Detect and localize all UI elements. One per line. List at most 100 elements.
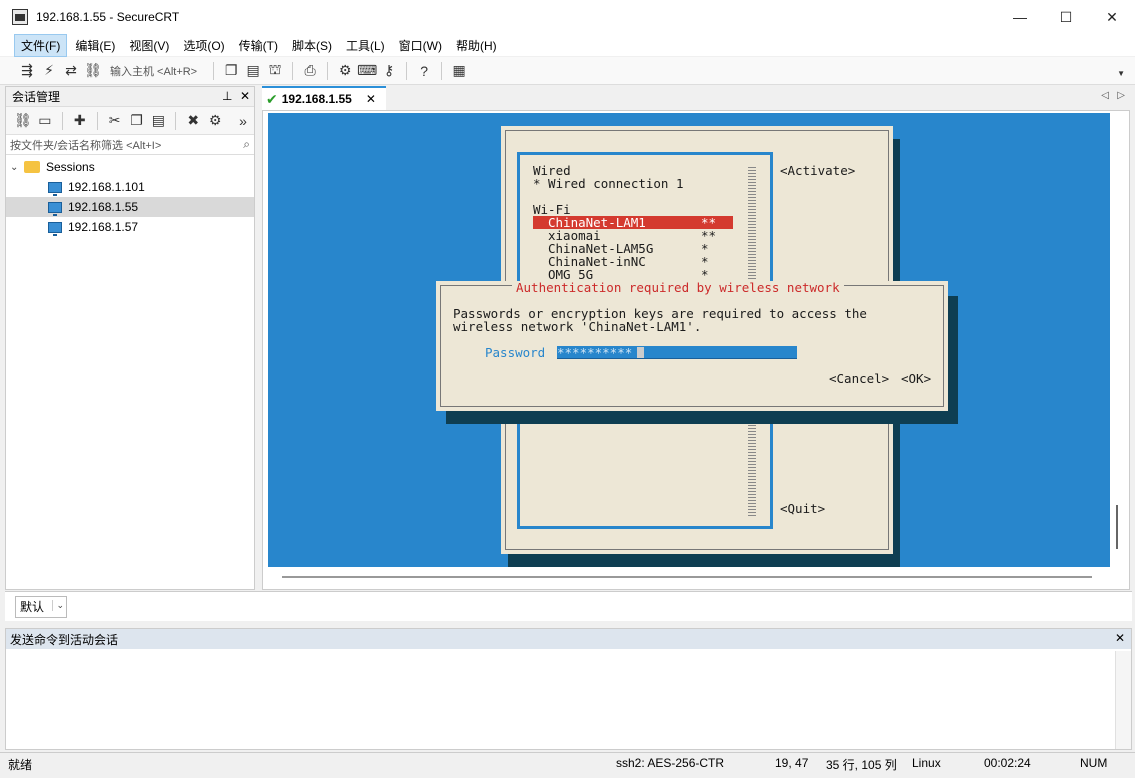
minimize-button[interactable]: — <box>997 0 1043 34</box>
terminal-horizontal-scrollbar[interactable] <box>268 567 1110 587</box>
settings-gear-icon[interactable]: ⚙ <box>334 61 356 81</box>
tree-folder-sessions[interactable]: ⌄ Sessions <box>6 157 254 177</box>
key-icon[interactable]: ⚷ <box>378 61 400 81</box>
dialog-title: Authentication required by wireless netw… <box>512 281 844 294</box>
menu-file[interactable]: 文件(F) <box>14 33 68 57</box>
search-icon: ⌕ <box>243 137 250 151</box>
chevron-down-icon[interactable]: ⌄ <box>52 599 64 611</box>
session-tree: ⌄ Sessions 192.168.1.101 192.168.1.55 19… <box>6 155 254 237</box>
disconnect-icon[interactable]: ⛓ <box>82 61 104 81</box>
paste-icon[interactable]: ▤ <box>147 111 169 131</box>
tab-session[interactable]: ✔ 192.168.1.55 ✕ <box>262 86 386 110</box>
select-value: 默认 <box>20 600 45 614</box>
connect-icon[interactable]: ⇶ <box>16 61 38 81</box>
folder-icon <box>24 161 40 173</box>
maximize-button[interactable]: ☐ <box>1043 0 1089 34</box>
folder-label: Sessions <box>46 160 95 174</box>
status-bar: 就绪 ssh2: AES-256-CTR 19, 47 35 行, 105 列 … <box>0 752 1135 774</box>
close-tab-icon[interactable]: ✕ <box>366 92 376 106</box>
session-item[interactable]: 192.168.1.57 <box>6 217 254 237</box>
send-command-header: 发送命令到活动会话 ✕ <box>6 629 1131 649</box>
scroll-thumb[interactable] <box>282 576 1092 578</box>
session-label: 192.168.1.101 <box>68 180 145 194</box>
menu-edit[interactable]: 编辑(E) <box>69 35 121 56</box>
session-label: 192.168.1.57 <box>68 220 139 234</box>
status-time: 00:02:24 <box>984 756 1031 770</box>
find-icon[interactable]: ⛫ <box>264 61 286 81</box>
close-panel-icon[interactable]: ✕ <box>240 89 250 103</box>
menu-script[interactable]: 脚本(S) <box>286 35 338 56</box>
send-command-input[interactable] <box>8 651 1113 747</box>
button-bar-select[interactable]: 默认 ⌄ <box>15 595 67 618</box>
cancel-button[interactable]: <Cancel> <box>829 372 889 385</box>
send-panel-scrollbar[interactable] <box>1115 651 1131 749</box>
password-value: ********** <box>557 345 633 360</box>
session-toolbar: ⛓ ▭ ✚ ✂ ❐ ▤ ✖ ⚙ » <box>6 107 254 135</box>
filter-placeholder: 按文件夹/会话名称筛选 <Alt+I> <box>10 139 162 152</box>
host-input[interactable]: 输入主机 <Alt+R> <box>110 63 197 79</box>
close-window-button[interactable]: ✕ <box>1089 0 1135 34</box>
monitor-icon <box>48 181 62 196</box>
dialog-text-line2: wireless network 'ChinaNet-LAM1'. <box>453 319 702 334</box>
menu-help[interactable]: 帮助(H) <box>450 35 503 56</box>
wired-connection[interactable]: * Wired connection 1 <box>533 177 684 190</box>
status-term-size: 35 行, 105 列 <box>826 758 897 772</box>
session-manager-panel: 会话管理 ⊥ ✕ ⛓ ▭ ✚ ✂ ❐ ▤ ✖ ⚙ » 按文件夹/会话名称筛选 <… <box>5 86 255 590</box>
securecrt-app-icon <box>12 9 28 25</box>
copy-icon[interactable]: ❐ <box>126 111 148 131</box>
tab-scroll-arrows-icon[interactable]: ◁ ▷ <box>1101 90 1125 101</box>
menu-tools[interactable]: 工具(L) <box>340 35 391 56</box>
help-icon[interactable]: ? <box>413 61 435 81</box>
close-panel-icon[interactable]: ✕ <box>1115 631 1125 645</box>
session-item[interactable]: 192.168.1.101 <box>6 177 254 197</box>
sftp-icon[interactable]: ▦ <box>448 61 470 81</box>
toolbar-overflow-icon[interactable]: ▼ <box>1117 69 1125 78</box>
quit-button[interactable]: <Quit> <box>780 502 825 515</box>
terminal-screen[interactable]: Wired * Wired connection 1 Wi-Fi ChinaNe… <box>268 113 1110 567</box>
session-manager-title: 会话管理 <box>12 90 61 104</box>
status-cipher: ssh2: AES-256-CTR <box>616 756 725 770</box>
status-num: NUM <box>1080 756 1108 770</box>
toolbar-separator <box>213 61 215 80</box>
pin-icon[interactable]: ⊥ <box>222 89 232 103</box>
link-icon[interactable]: ⛓ <box>12 111 34 131</box>
properties-gear-icon[interactable]: ⚙ <box>204 111 226 131</box>
add-session-icon[interactable]: ✚ <box>69 111 91 131</box>
toolbar-separator <box>61 111 63 130</box>
connected-check-icon: ✔ <box>266 90 278 107</box>
session-window-icon[interactable]: ▭ <box>34 111 56 131</box>
toolbar-separator <box>292 61 294 80</box>
toolbar-separator <box>406 61 408 80</box>
session-label: 192.168.1.55 <box>68 200 139 214</box>
paste-icon[interactable]: ▤ <box>242 61 264 81</box>
toolbar-separator <box>175 111 177 130</box>
menu-view[interactable]: 视图(V) <box>123 35 175 56</box>
keymap-icon[interactable]: ⌨ <box>356 61 378 81</box>
menu-window[interactable]: 窗口(W) <box>393 35 448 56</box>
title-bar: 192.168.1.55 - SecureCRT — ☐ ✕ <box>0 0 1135 34</box>
quick-connect-icon[interactable]: ⚡ <box>38 61 60 81</box>
ok-button[interactable]: <OK> <box>901 372 931 385</box>
activate-button[interactable]: <Activate> <box>780 164 855 177</box>
chevron-down-icon[interactable]: ⌄ <box>10 162 24 173</box>
terminal-vertical-scrollbar[interactable] <box>1110 113 1126 567</box>
toolbar-separator <box>441 61 443 80</box>
cut-icon[interactable]: ✂ <box>104 111 126 131</box>
more-icon[interactable]: » <box>232 111 254 131</box>
session-filter-input[interactable]: 按文件夹/会话名称筛选 <Alt+I> ⌕ <box>6 135 254 155</box>
scroll-thumb[interactable] <box>1116 505 1118 549</box>
status-cursor-pos: 19, 47 <box>775 756 809 770</box>
reconnect-icon[interactable]: ⇄ <box>60 61 82 81</box>
tab-label: 192.168.1.55 <box>281 92 352 106</box>
session-item-selected[interactable]: 192.168.1.55 <box>6 197 254 217</box>
password-field[interactable]: ********** <box>557 346 797 359</box>
delete-icon[interactable]: ✖ <box>182 111 204 131</box>
menu-transfer[interactable]: 传输(T) <box>233 35 284 56</box>
toolbar-separator <box>327 61 329 80</box>
copy-icon[interactable]: ❐ <box>220 61 242 81</box>
status-state: 就绪 <box>8 758 33 772</box>
print-icon[interactable]: ⎙ <box>299 61 321 81</box>
monitor-icon <box>48 221 62 236</box>
command-button-bar: 默认 ⌄ <box>5 591 1132 621</box>
menu-options[interactable]: 选项(O) <box>177 35 230 56</box>
